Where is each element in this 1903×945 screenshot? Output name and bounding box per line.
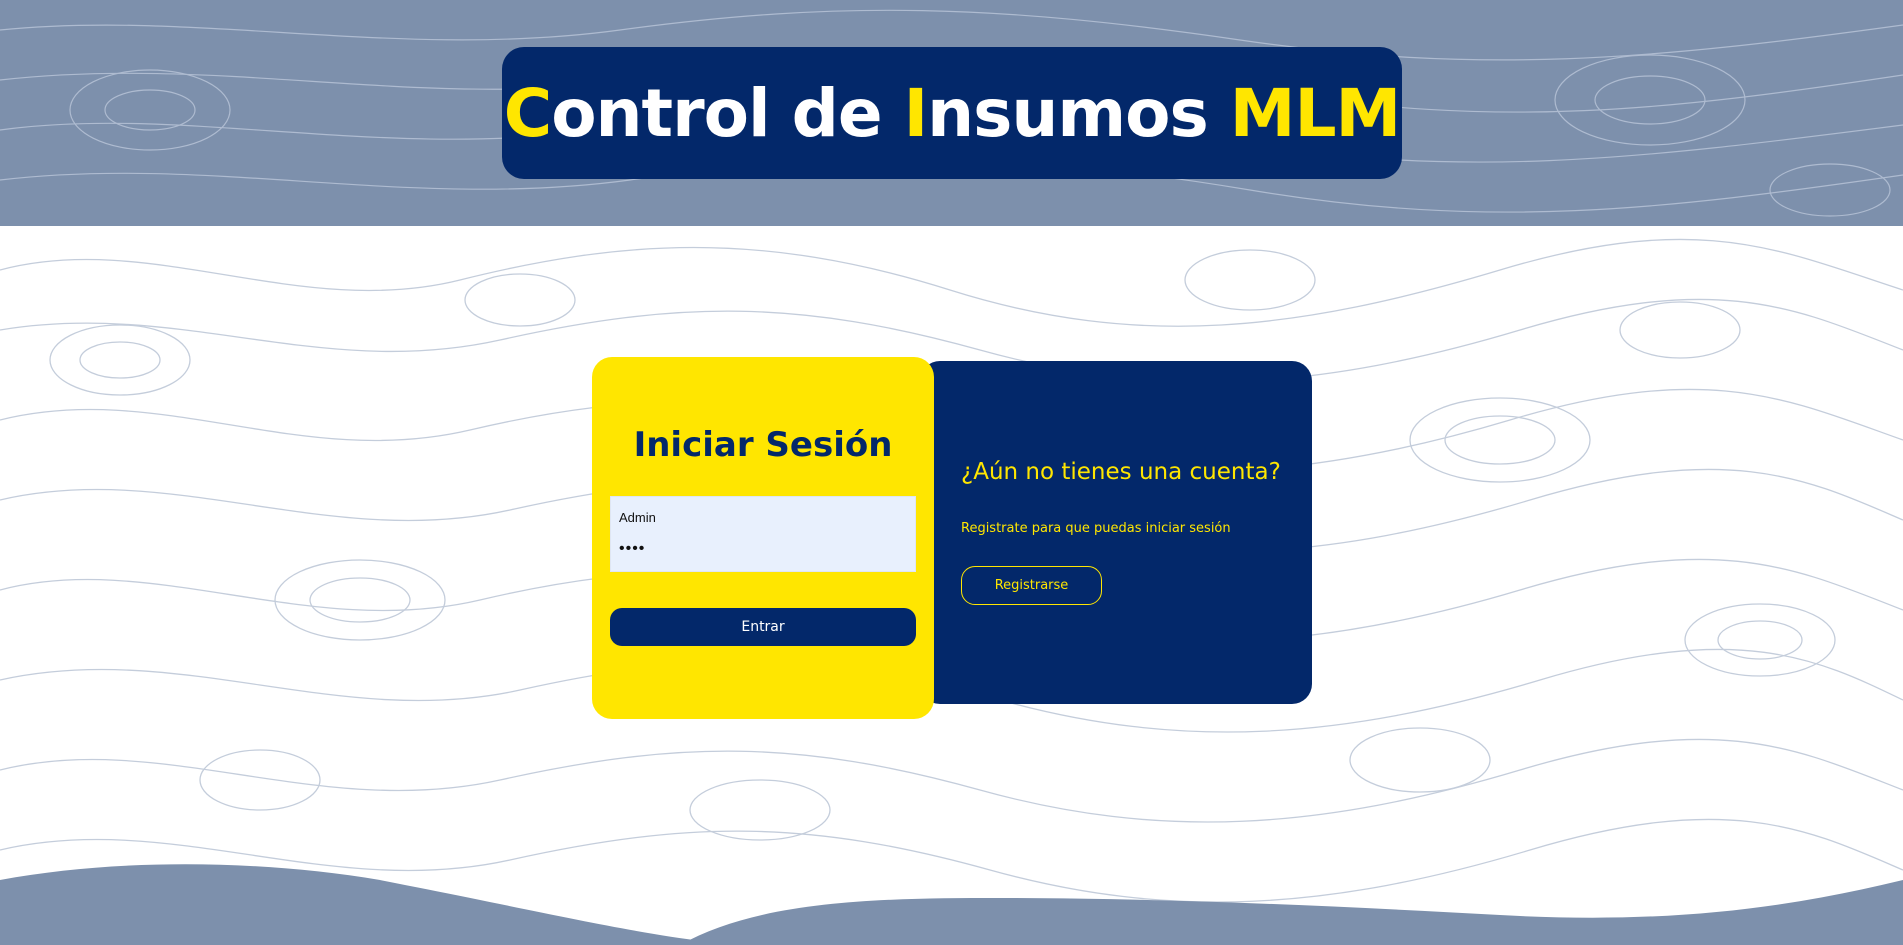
password-input[interactable] <box>611 537 915 561</box>
username-input[interactable] <box>611 507 915 527</box>
title-part: C <box>503 74 552 152</box>
register-card: ¿Aún no tienes una cuenta? Registrate pa… <box>920 361 1312 704</box>
title-part: I <box>903 74 929 152</box>
register-button[interactable]: Registrarse <box>961 566 1102 605</box>
login-card: Iniciar Sesión Entrar <box>592 357 934 719</box>
register-heading: ¿Aún no tienes una cuenta? <box>961 459 1281 485</box>
register-text: Registrate para que puedas iniciar sesió… <box>961 521 1231 536</box>
title-part: MLM <box>1229 74 1401 152</box>
bottom-waves <box>0 864 1903 945</box>
login-page: Control de Insumos MLM Iniciar Sesión En… <box>0 0 1903 945</box>
credentials-box <box>610 496 916 572</box>
login-heading: Iniciar Sesión <box>633 425 893 465</box>
title-part: ontrol de <box>551 74 904 152</box>
app-title: Control de Insumos MLM <box>503 74 1401 152</box>
login-button[interactable]: Entrar <box>610 608 916 646</box>
title-banner: Control de Insumos MLM <box>502 47 1402 179</box>
header-band: Control de Insumos MLM <box>0 0 1903 226</box>
title-part: nsumos <box>927 74 1230 152</box>
